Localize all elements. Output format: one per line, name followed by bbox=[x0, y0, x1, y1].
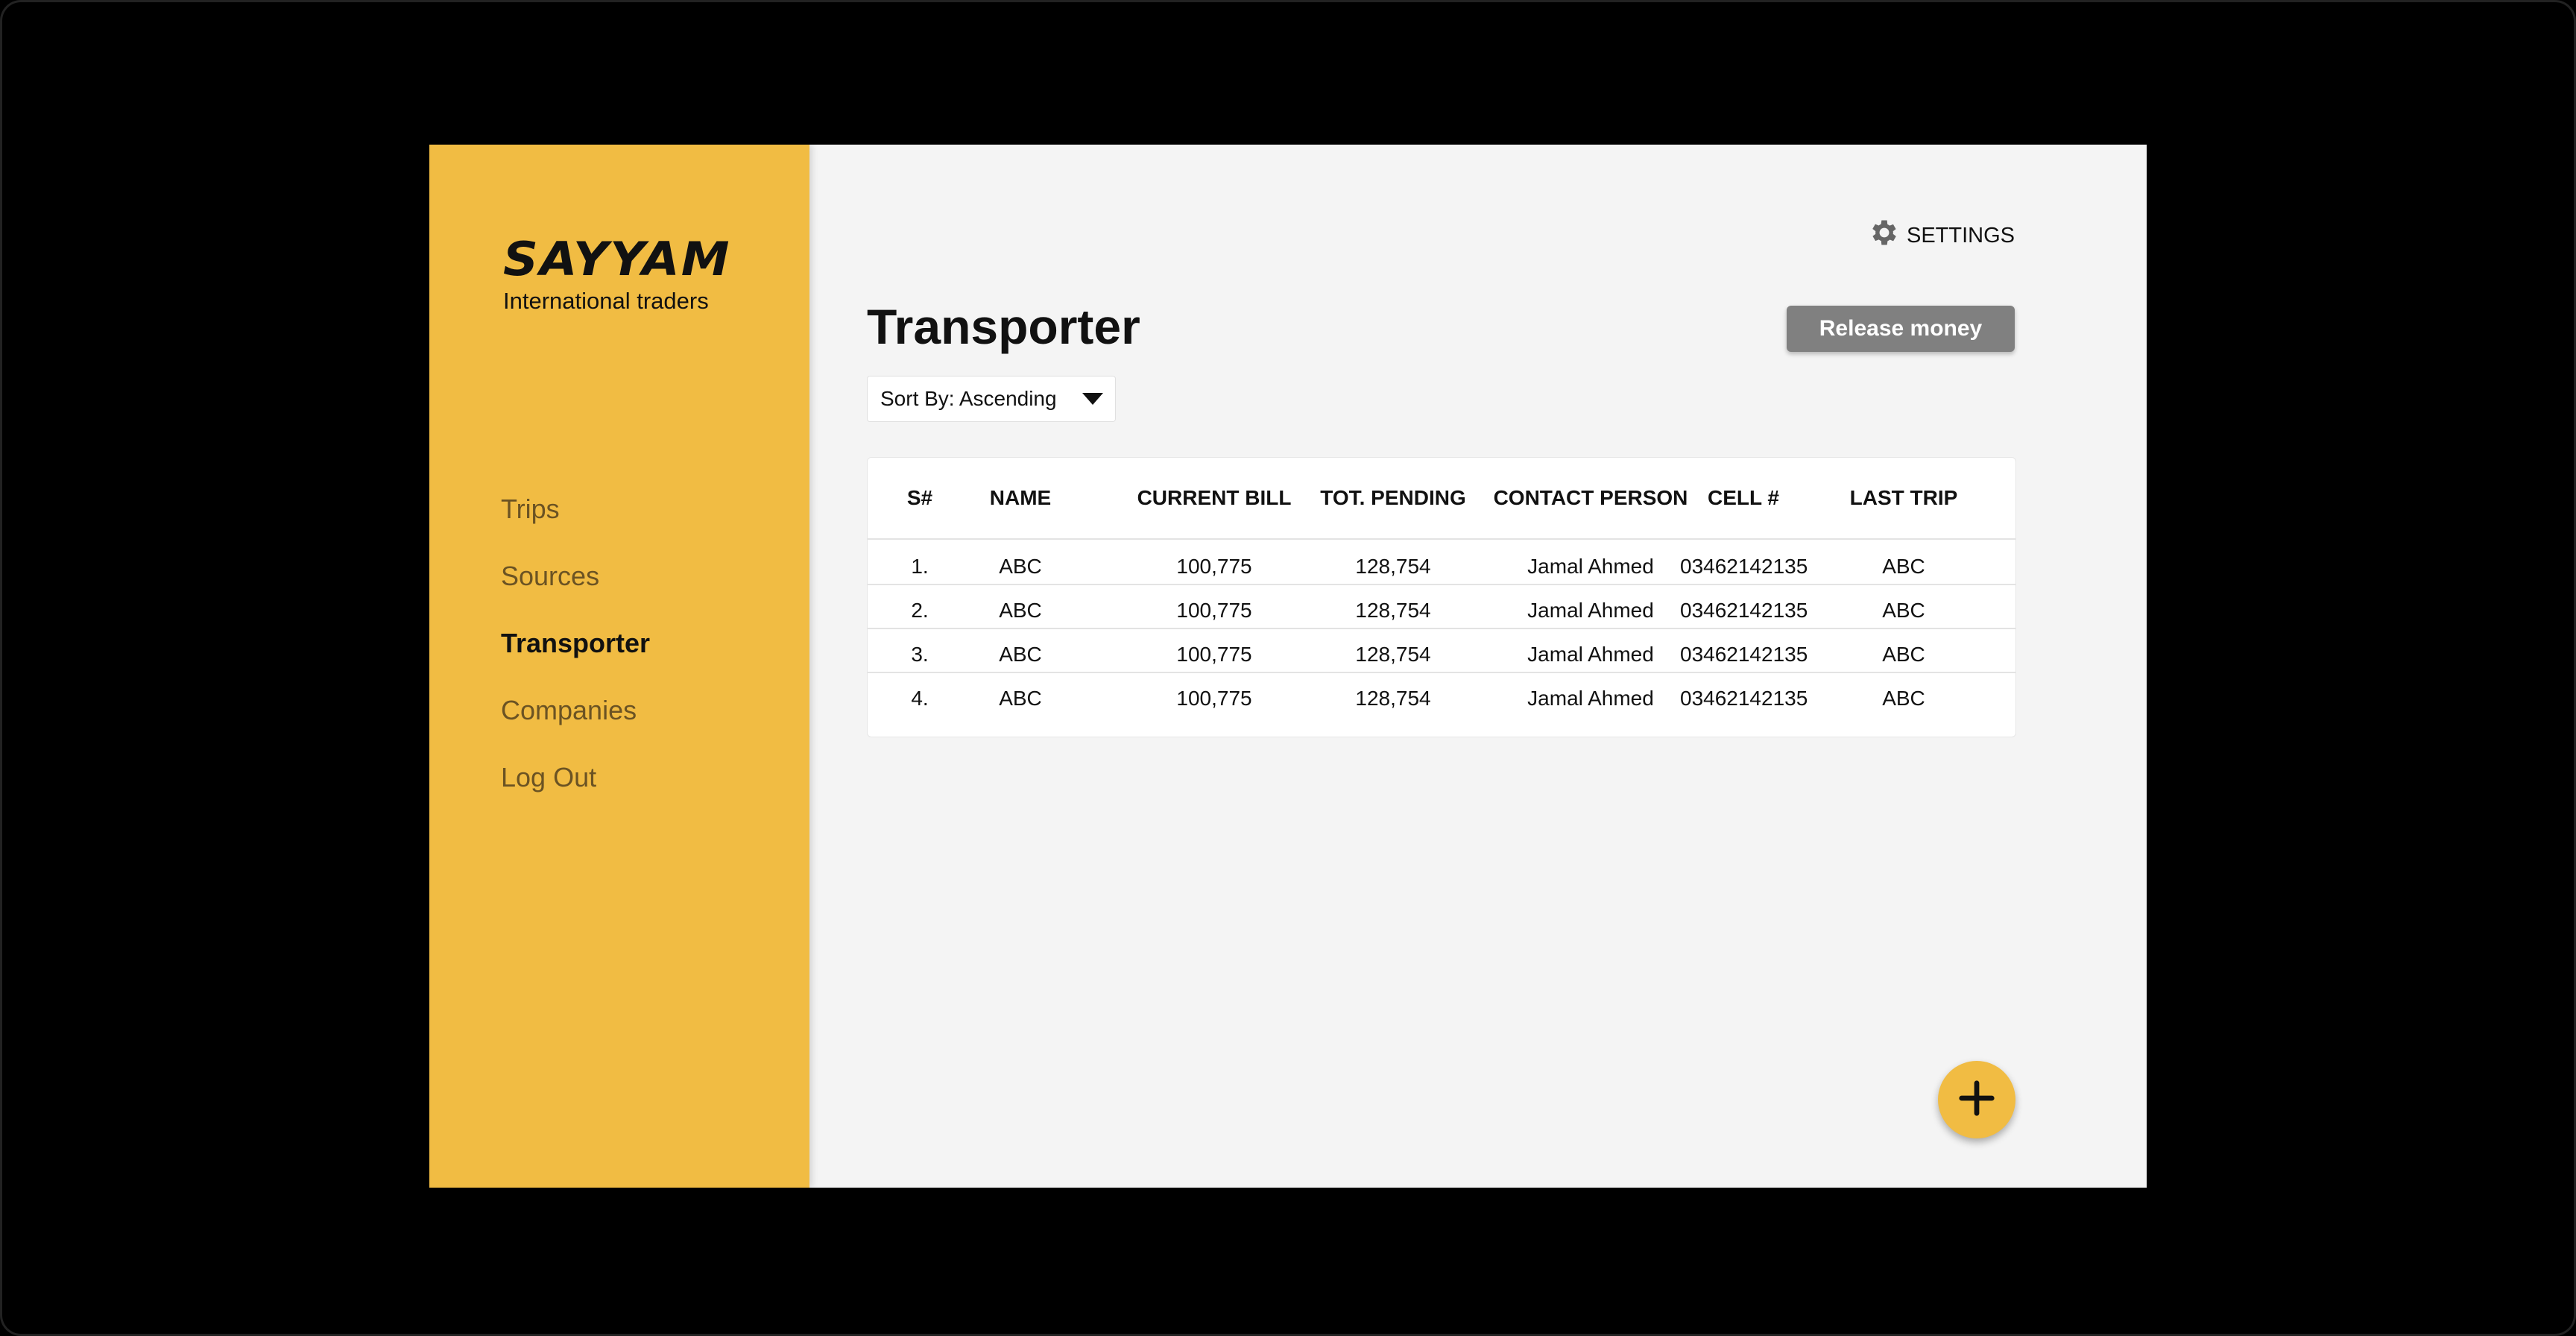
table-row[interactable]: 3. ABC 100,775 128,754 Jamal Ahmed 03462… bbox=[868, 628, 2015, 673]
cell-tot-pending: 128,754 bbox=[1355, 643, 1431, 666]
cell-last-trip: ABC bbox=[1882, 643, 1925, 666]
column-header-cell[interactable]: CELL # bbox=[1680, 486, 1807, 510]
column-header-last-trip[interactable]: LAST TRIP bbox=[1837, 486, 1971, 510]
cell-name: ABC bbox=[999, 599, 1042, 622]
add-transporter-button[interactable] bbox=[1938, 1061, 2015, 1138]
sidebar-item-transporter[interactable]: Transporter bbox=[501, 610, 650, 677]
cell-name: ABC bbox=[999, 687, 1042, 710]
page-title: Transporter bbox=[867, 299, 1140, 354]
sidebar-item-companies[interactable]: Companies bbox=[501, 677, 650, 744]
cell-last-trip: ABC bbox=[1882, 687, 1925, 710]
sidebar: SAYYAM International traders Trips Sourc… bbox=[429, 145, 809, 1188]
cell-tot-pending: 128,754 bbox=[1355, 687, 1431, 710]
device-frame: SAYYAM International traders Trips Sourc… bbox=[0, 0, 2576, 1336]
cell-sno: 3. bbox=[911, 643, 929, 666]
column-header-current-bill[interactable]: CURRENT BILL bbox=[1114, 486, 1315, 510]
cell-phone: 03462142135 bbox=[1680, 555, 1808, 578]
cell-contact-person: Jamal Ahmed bbox=[1527, 643, 1654, 666]
sort-dropdown[interactable]: Sort By: Ascending bbox=[867, 376, 1116, 422]
cell-contact-person: Jamal Ahmed bbox=[1527, 687, 1654, 710]
cell-current-bill: 100,775 bbox=[1176, 555, 1252, 578]
cell-contact-person: Jamal Ahmed bbox=[1527, 555, 1654, 578]
table-row[interactable]: 1. ABC 100,775 128,754 Jamal Ahmed 03462… bbox=[868, 540, 2015, 585]
column-header-tot-pending[interactable]: TOT. PENDING bbox=[1289, 486, 1497, 510]
sidebar-item-logout[interactable]: Log Out bbox=[501, 744, 650, 811]
transporter-table: S# NAME CURRENT BILL TOT. PENDING CONTAC… bbox=[867, 457, 2016, 737]
cell-current-bill: 100,775 bbox=[1176, 643, 1252, 666]
cell-last-trip: ABC bbox=[1882, 599, 1925, 622]
sidebar-item-trips[interactable]: Trips bbox=[501, 476, 650, 543]
main-content: SETTINGS Transporter Release money Sort … bbox=[809, 145, 2147, 1188]
release-money-button[interactable]: Release money bbox=[1787, 306, 2015, 352]
column-header-contact-person[interactable]: CONTACT PERSON bbox=[1468, 486, 1714, 510]
plus-icon bbox=[1957, 1078, 1997, 1122]
cell-current-bill: 100,775 bbox=[1176, 687, 1252, 710]
sort-label: Sort By: Ascending bbox=[880, 387, 1057, 410]
cell-phone: 03462142135 bbox=[1680, 643, 1808, 666]
brand-logo: SAYYAM bbox=[503, 232, 731, 286]
cell-current-bill: 100,775 bbox=[1176, 599, 1252, 622]
cell-contact-person: Jamal Ahmed bbox=[1527, 599, 1654, 622]
column-header-name[interactable]: NAME bbox=[987, 486, 1054, 510]
cell-tot-pending: 128,754 bbox=[1355, 599, 1431, 622]
cell-sno: 1. bbox=[911, 555, 929, 578]
sidebar-nav: Trips Sources Transporter Companies Log … bbox=[501, 476, 650, 811]
cell-tot-pending: 128,754 bbox=[1355, 555, 1431, 578]
settings-label: SETTINGS bbox=[1906, 223, 2015, 248]
table-row[interactable]: 2. ABC 100,775 128,754 Jamal Ahmed 03462… bbox=[868, 584, 2015, 629]
cell-name: ABC bbox=[999, 643, 1042, 666]
column-header-sno[interactable]: S# bbox=[901, 486, 938, 510]
cell-name: ABC bbox=[999, 555, 1042, 578]
gear-icon bbox=[1868, 216, 1901, 255]
table-row[interactable]: 4. ABC 100,775 128,754 Jamal Ahmed 03462… bbox=[868, 672, 2015, 716]
caret-down-icon bbox=[1082, 393, 1103, 405]
settings-button[interactable]: SETTINGS bbox=[1868, 216, 2015, 255]
cell-sno: 2. bbox=[911, 599, 929, 622]
sidebar-item-sources[interactable]: Sources bbox=[501, 543, 650, 610]
cell-last-trip: ABC bbox=[1882, 555, 1925, 578]
app-screen: SAYYAM International traders Trips Sourc… bbox=[429, 145, 2147, 1188]
cell-sno: 4. bbox=[911, 687, 929, 710]
cell-phone: 03462142135 bbox=[1680, 687, 1808, 710]
table-header: S# NAME CURRENT BILL TOT. PENDING CONTAC… bbox=[868, 458, 2015, 540]
brand-tagline: International traders bbox=[503, 288, 709, 314]
cell-phone: 03462142135 bbox=[1680, 599, 1808, 622]
